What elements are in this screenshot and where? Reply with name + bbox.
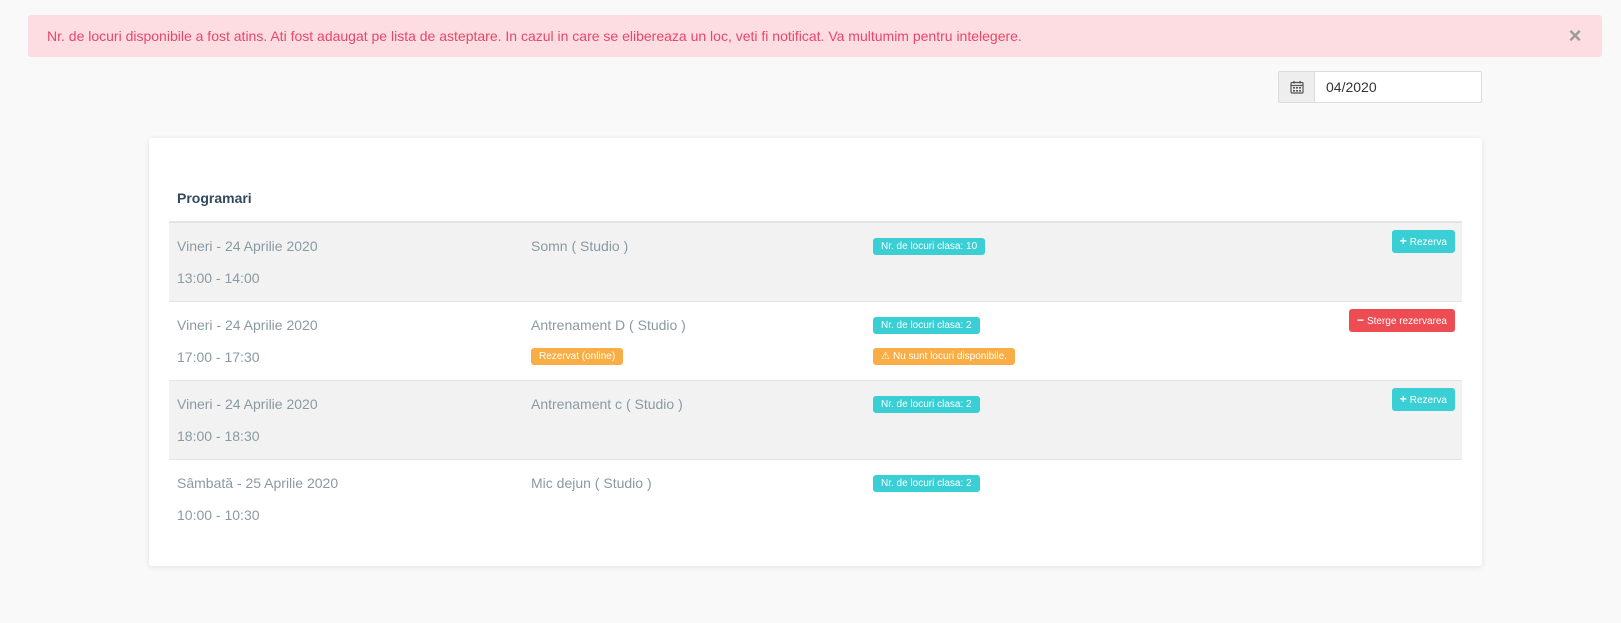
calendar-icon[interactable] (1279, 72, 1315, 102)
table-row: Vineri - 24 Aprilie 2020 13:00 - 14:00 S… (169, 223, 1462, 302)
row-date: Vineri - 24 Aprilie 2020 (177, 396, 318, 412)
row-time: 18:00 - 18:30 (177, 428, 260, 444)
no-spots-warning-badge: ⚠ Nu sunt locuri disponibile. (873, 348, 1015, 365)
row-date: Sâmbată - 25 Aprilie 2020 (177, 475, 339, 491)
row-time: 10:00 - 10:30 (177, 507, 260, 523)
reservation-status-badge: Rezervat (online) (531, 348, 624, 365)
table-row: Vineri - 24 Aprilie 2020 17:00 - 17:30 A… (169, 302, 1462, 381)
card-title: Programari (177, 190, 252, 206)
plus-icon: + (1399, 234, 1407, 248)
table-row: Sâmbată - 25 Aprilie 2020 10:00 - 10:30 … (169, 460, 1462, 538)
warning-icon: ⚠ (881, 351, 890, 362)
appointments-card: Programari Vineri - 24 Aprilie 2020 13:0… (149, 138, 1482, 566)
spots-badge: Nr. de locuri clasa: 2 (873, 475, 980, 492)
row-class-name: Antrenament D ( Studio ) (531, 317, 686, 333)
minus-icon: − (1356, 313, 1364, 327)
close-icon[interactable]: × (1566, 25, 1584, 47)
reserve-button[interactable]: + Rezerva (1391, 230, 1455, 253)
row-class-name: Mic dejun ( Studio ) (531, 475, 652, 491)
spots-badge: Nr. de locuri clasa: 10 (873, 238, 986, 255)
reserve-button[interactable]: + Rezerva (1391, 388, 1455, 411)
row-class-name: Somn ( Studio ) (531, 238, 629, 254)
row-date: Vineri - 24 Aprilie 2020 (177, 238, 318, 254)
row-time: 13:00 - 14:00 (177, 270, 260, 286)
month-input[interactable] (1315, 72, 1481, 102)
month-picker[interactable] (1278, 71, 1482, 103)
row-class-name: Antrenament c ( Studio ) (531, 396, 683, 412)
reserve-label: Rezerva (1409, 237, 1447, 248)
spots-badge: Nr. de locuri clasa: 2 (873, 396, 980, 413)
reserve-label: Rezerva (1409, 395, 1447, 406)
warning-text: Nu sunt locuri disponibile. (892, 351, 1007, 362)
row-time: 17:00 - 17:30 (177, 349, 260, 365)
plus-icon: + (1399, 392, 1407, 406)
waitlist-alert: Nr. de locuri disponibile a fost atins. … (28, 15, 1602, 57)
table-row: Vineri - 24 Aprilie 2020 18:00 - 18:30 A… (169, 381, 1462, 460)
cancel-reservation-button[interactable]: − Sterge rezervarea (1348, 309, 1455, 332)
row-date: Vineri - 24 Aprilie 2020 (177, 317, 318, 333)
alert-message: Nr. de locuri disponibile a fost atins. … (47, 28, 1022, 44)
spots-badge: Nr. de locuri clasa: 2 (873, 317, 980, 334)
appointments-table: Vineri - 24 Aprilie 2020 13:00 - 14:00 S… (169, 221, 1462, 538)
cancel-reservation-label: Sterge rezervarea (1366, 316, 1447, 327)
